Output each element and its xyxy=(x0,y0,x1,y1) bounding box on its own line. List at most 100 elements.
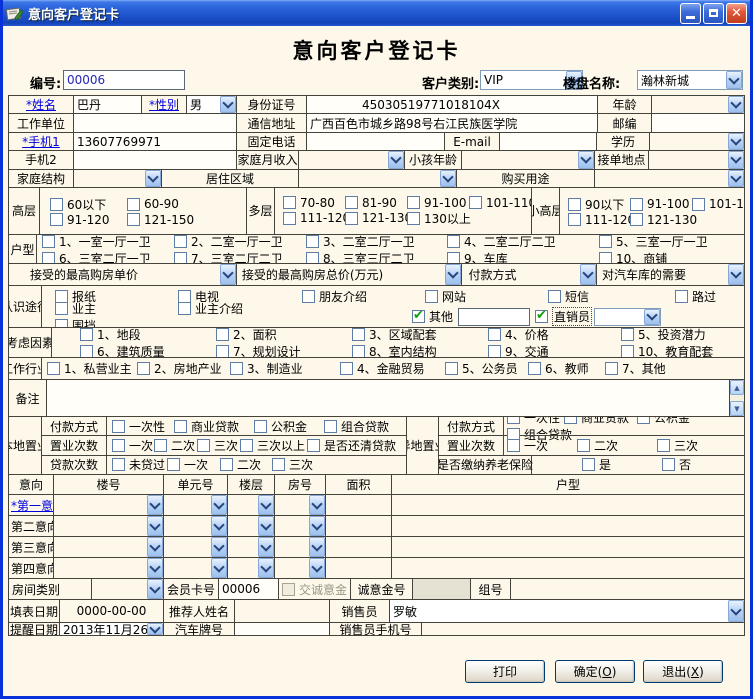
checkbox[interactable] xyxy=(80,345,93,358)
salesperson-combo[interactable]: 罗敏 xyxy=(389,600,744,622)
checkbox-item[interactable]: 未贷过 xyxy=(112,456,167,473)
checkbox-item[interactable]: 业主 xyxy=(55,300,178,317)
checkbox-item[interactable]: 81-90 xyxy=(345,196,407,210)
direct-seller-combo[interactable] xyxy=(594,308,661,326)
checkbox-item[interactable]: 5、三室一厅一卫 xyxy=(599,235,739,250)
kids-age-combo[interactable] xyxy=(461,151,594,168)
checkbox[interactable] xyxy=(675,290,688,303)
intent2-floor-combo[interactable] xyxy=(227,516,274,536)
checkbox-item[interactable]: 8、三室三厅二卫 xyxy=(306,250,447,265)
intent1-building-combo[interactable] xyxy=(53,495,163,515)
payment-method-combo[interactable] xyxy=(523,264,596,285)
member-card-field[interactable]: 00006 xyxy=(218,579,278,599)
checkbox[interactable] xyxy=(240,439,253,452)
combo-arrow-button[interactable] xyxy=(728,600,744,622)
checkbox[interactable] xyxy=(630,213,643,226)
checkbox[interactable] xyxy=(447,235,460,248)
checkbox-item[interactable]: 一次 xyxy=(167,456,220,473)
max-total-price-combo[interactable] xyxy=(388,264,461,285)
combo-arrow-button[interactable] xyxy=(211,537,227,557)
checkbox[interactable] xyxy=(425,290,438,303)
checkbox-item[interactable]: 4、金融贸易 xyxy=(340,360,445,377)
checkbox[interactable] xyxy=(568,198,581,211)
combo-arrow-button[interactable] xyxy=(258,537,274,557)
checkbox-item[interactable]: 公积金 xyxy=(637,417,692,426)
intent1-room-combo[interactable] xyxy=(274,495,325,515)
combo-arrow-button[interactable] xyxy=(258,495,274,515)
checkbox-item[interactable]: 路过 xyxy=(675,288,735,305)
checkbox-item[interactable]: 101-110 xyxy=(692,197,742,211)
minimize-button[interactable] xyxy=(680,3,701,24)
scroll-down-button[interactable]: ▼ xyxy=(730,401,744,416)
direct-seller-checkbox[interactable] xyxy=(535,310,548,323)
checkbox-item[interactable]: 121-150 xyxy=(127,213,245,227)
checkbox[interactable] xyxy=(47,362,60,375)
combo-arrow-button[interactable] xyxy=(578,151,594,168)
intent3-building-combo[interactable] xyxy=(53,537,163,557)
checkbox-item[interactable]: 三次以上 xyxy=(240,437,307,454)
purchase-purpose-combo[interactable] xyxy=(594,170,744,187)
checkbox[interactable] xyxy=(662,458,675,471)
checkbox-item[interactable]: 组合贷款 xyxy=(324,418,404,435)
checkbox[interactable] xyxy=(324,420,337,433)
checkbox[interactable] xyxy=(137,362,150,375)
checkbox-item[interactable]: 是 xyxy=(582,456,662,473)
checkbox[interactable] xyxy=(599,235,612,248)
checkbox[interactable] xyxy=(307,439,320,452)
checkbox-item[interactable]: 7、其他 xyxy=(605,360,725,377)
checkbox-item[interactable]: 6、建筑质量 xyxy=(80,343,216,358)
checkbox[interactable] xyxy=(548,290,561,303)
checkbox[interactable] xyxy=(302,290,315,303)
checkbox-item[interactable]: 朋友介绍 xyxy=(302,288,425,305)
room-type-combo[interactable] xyxy=(91,579,163,599)
gender-combo[interactable]: 男 xyxy=(186,96,236,113)
checkbox[interactable] xyxy=(80,328,93,341)
checkbox[interactable] xyxy=(127,198,140,211)
salesperson-phone-field[interactable] xyxy=(421,623,744,635)
checkbox-item[interactable]: 10、商铺 xyxy=(599,250,739,265)
checkbox-item[interactable]: 2、面积 xyxy=(216,328,352,343)
checkbox-item[interactable]: 1、一室一厅一卫 xyxy=(42,235,174,250)
checkbox[interactable] xyxy=(568,213,581,226)
checkbox-item[interactable]: 9、车库 xyxy=(447,250,599,265)
checkbox[interactable] xyxy=(507,439,520,452)
checkbox-item[interactable]: 一次性 xyxy=(112,418,174,435)
combo-arrow-button[interactable] xyxy=(147,623,163,635)
checkbox-item[interactable]: 否 xyxy=(662,456,722,473)
group-no-field[interactable] xyxy=(510,579,744,599)
checkbox-item[interactable]: 4、价格 xyxy=(488,328,621,343)
checkbox[interactable] xyxy=(254,420,267,433)
checkbox[interactable] xyxy=(216,328,229,341)
intent4-floor-combo[interactable] xyxy=(227,558,274,578)
checkbox-item[interactable]: 网站 xyxy=(425,288,548,305)
living-area-combo[interactable] xyxy=(298,170,456,187)
combo-arrow-button[interactable] xyxy=(258,516,274,536)
checkbox-item[interactable]: 一次 xyxy=(112,437,154,454)
checkbox-item[interactable]: 10、教育配套 xyxy=(621,343,741,358)
family-structure-combo[interactable] xyxy=(73,170,161,187)
other-checkbox[interactable] xyxy=(412,310,425,323)
checkbox[interactable] xyxy=(528,362,541,375)
checkbox-item[interactable]: 一次 xyxy=(507,437,577,454)
checkbox[interactable] xyxy=(340,362,353,375)
mobile1-field[interactable]: 13607769971 xyxy=(73,133,236,150)
checkbox-item[interactable]: 二次 xyxy=(154,437,197,454)
checkbox[interactable] xyxy=(220,458,233,471)
checkbox-item[interactable]: 3、二室二厅一卫 xyxy=(306,235,447,250)
remind-date-combo[interactable]: 2013年11月26日 xyxy=(59,623,163,635)
checkbox-item-other[interactable]: 其他 xyxy=(412,308,535,326)
checkbox-item[interactable]: 商业贷款 xyxy=(174,418,254,435)
checkbox-item[interactable]: 6、教师 xyxy=(528,360,605,377)
checkbox-item[interactable]: 短信 xyxy=(548,288,675,305)
checkbox-item[interactable]: 7、三室二厅二卫 xyxy=(174,250,306,265)
intent2-unit-combo[interactable] xyxy=(163,516,227,536)
checkbox-item[interactable]: 90以下 xyxy=(568,196,630,213)
checkbox-item[interactable]: 三次 xyxy=(657,437,737,454)
checkbox[interactable] xyxy=(154,439,167,452)
checkbox[interactable] xyxy=(283,196,296,209)
checkbox[interactable] xyxy=(174,420,187,433)
checkbox[interactable] xyxy=(50,213,63,226)
checkbox-item[interactable]: 二次 xyxy=(220,456,272,473)
checkbox[interactable] xyxy=(352,328,365,341)
maximize-button[interactable] xyxy=(703,3,724,24)
